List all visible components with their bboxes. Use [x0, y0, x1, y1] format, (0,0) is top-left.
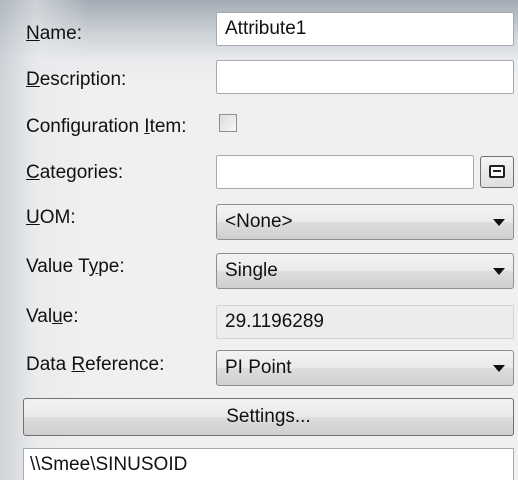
categories-label: Categories: [26, 162, 124, 183]
value-label: Value: [26, 306, 79, 327]
value-type-selected-value: Single [225, 260, 278, 281]
configuration-item-checkbox[interactable] [219, 114, 237, 132]
uom-label: UOM: [26, 207, 76, 228]
categories-browse-button[interactable] [480, 156, 514, 188]
categories-input[interactable] [216, 155, 474, 189]
data-reference-label: Data Reference: [26, 354, 165, 375]
data-reference-selected-value: PI Point [225, 357, 292, 378]
description-label: Description: [26, 69, 127, 90]
name-label: Name: [26, 23, 82, 44]
uom-dropdown[interactable]: <None> [216, 204, 514, 240]
value-type-label: Value Type: [26, 256, 125, 277]
uom-selected-value: <None> [225, 211, 293, 232]
description-input[interactable] [216, 60, 514, 94]
chevron-down-icon [493, 268, 505, 275]
name-input[interactable]: Attribute1 [216, 12, 514, 46]
value-type-dropdown[interactable]: Single [216, 253, 514, 289]
pi-point-path-field[interactable]: \\Smee\SINUSOID [23, 448, 514, 480]
configuration-item-label: Configuration Item: [26, 116, 187, 137]
chevron-down-icon [493, 365, 505, 372]
browse-list-icon [489, 165, 505, 178]
settings-button[interactable]: Settings... [23, 398, 514, 436]
value-readonly-field: 29.1196289 [216, 305, 514, 339]
chevron-down-icon [493, 219, 505, 226]
data-reference-dropdown[interactable]: PI Point [216, 350, 514, 386]
